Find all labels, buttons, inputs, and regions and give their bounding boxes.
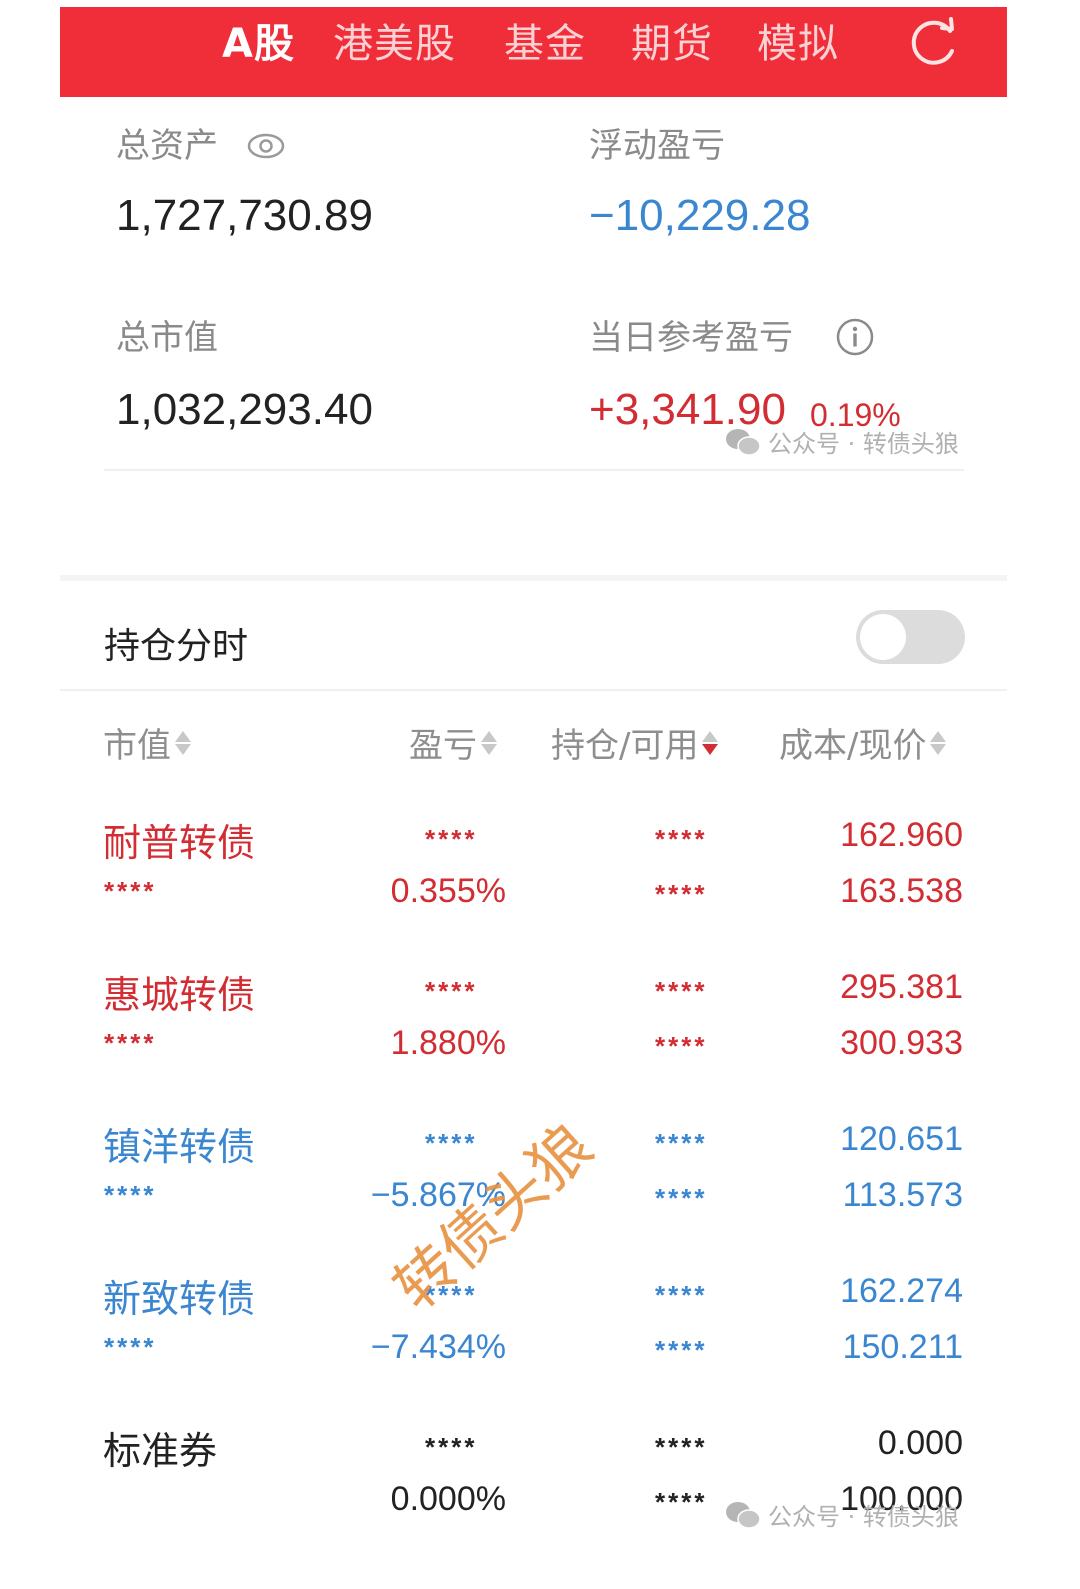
profit-loss-percent: 1.880%	[390, 1024, 506, 1062]
bond-name: 标准券	[103, 1429, 218, 1473]
position-row[interactable]: 标准券 **** 0.000% **** **** 0.000 100.000	[0, 1420, 1080, 1570]
column-label: 市值	[103, 726, 171, 766]
watermark-bottom: 公众号 · 转债头狼	[724, 1497, 959, 1532]
market-tab-bar: A股 港美股 基金 期货 模拟	[60, 7, 1007, 97]
total-assets-label: 总资产	[116, 126, 218, 166]
market-value: ****	[104, 1180, 157, 1210]
position-timeshare-title: 持仓分时	[104, 626, 249, 667]
column-label: 成本/现价	[779, 726, 927, 766]
bond-name: 耐普转债	[103, 821, 256, 865]
holding-quantity: ****	[655, 1432, 708, 1462]
current-price: 113.573	[842, 1176, 963, 1214]
tab-simulation[interactable]: 模拟	[757, 19, 839, 69]
cost-price: 0.000	[877, 1424, 963, 1462]
cost-price: 120.651	[840, 1120, 963, 1158]
bond-name: 惠城转债	[103, 973, 256, 1017]
position-row[interactable]: 耐普转债 **** **** 0.355% **** **** 162.960 163.538	[0, 812, 1080, 962]
position-row[interactable]: 惠城转债 **** **** 1.880% **** **** 295.381 300.933	[0, 964, 1080, 1114]
eye-icon[interactable]	[246, 132, 286, 160]
column-profit-loss[interactable]: 盈亏	[409, 718, 497, 767]
tab-a-shares[interactable]: A股	[222, 19, 295, 69]
toggle-knob	[860, 614, 906, 660]
wechat-icon	[726, 428, 761, 456]
tab-hk-us-stocks[interactable]: 港美股	[333, 19, 456, 69]
column-label: 持仓/可用	[551, 726, 699, 766]
profit-loss: ****	[425, 976, 478, 1006]
holding-quantity: ****	[655, 976, 708, 1006]
available-quantity: ****	[655, 879, 708, 909]
tab-futures[interactable]: 期货	[631, 19, 713, 69]
available-quantity: ****	[655, 1335, 708, 1365]
summary-divider	[104, 469, 964, 471]
position-timeshare-toggle[interactable]	[856, 610, 965, 664]
refresh-icon[interactable]	[906, 15, 962, 71]
header-divider	[60, 689, 1007, 691]
floating-pl-label: 浮动盈亏	[589, 126, 725, 166]
holding-quantity: ****	[655, 1128, 708, 1158]
available-quantity: ****	[655, 1031, 708, 1061]
profit-loss: ****	[425, 1128, 478, 1158]
profit-loss: ****	[425, 1280, 478, 1310]
bond-name: 镇洋转债	[103, 1125, 256, 1169]
holding-quantity: ****	[655, 1280, 708, 1310]
total-assets-value: 1,727,730.89	[116, 191, 373, 240]
column-holding-available[interactable]: 持仓/可用	[551, 718, 719, 767]
column-label: 盈亏	[409, 726, 477, 766]
current-price: 150.211	[842, 1328, 963, 1366]
watermark-text: 公众号 · 转债头狼	[768, 430, 959, 458]
market-value: ****	[104, 1028, 157, 1058]
position-row[interactable]: 新致转债 **** **** −7.434% **** **** 162.274 150.21…	[0, 1268, 1080, 1418]
sort-icon	[175, 730, 191, 755]
cost-price: 295.381	[840, 968, 963, 1006]
market-value-value: 1,032,293.40	[116, 385, 373, 434]
info-icon[interactable]	[835, 317, 875, 357]
column-market-value[interactable]: 市值	[103, 718, 191, 767]
profit-loss-percent: 0.000%	[390, 1480, 506, 1518]
sort-icon	[930, 730, 947, 755]
cost-price: 162.960	[840, 816, 963, 854]
watermark-text: 公众号 · 转债头狼	[768, 1503, 959, 1531]
watermark-top: 公众号 · 转债头狼	[724, 424, 959, 459]
available-quantity: ****	[655, 1183, 708, 1213]
section-divider	[60, 575, 1007, 581]
profit-loss-percent: 0.355%	[390, 872, 506, 910]
floating-pl-value: −10,229.28	[589, 191, 811, 240]
holding-quantity: ****	[655, 824, 708, 854]
profit-loss: ****	[425, 824, 478, 854]
sort-desc-icon	[702, 730, 719, 755]
market-value: ****	[104, 876, 157, 906]
column-cost-price[interactable]: 成本/现价	[779, 718, 947, 767]
tab-funds[interactable]: 基金	[504, 19, 586, 69]
wechat-icon	[726, 1501, 761, 1529]
current-price: 163.538	[840, 872, 963, 910]
bond-name: 新致转债	[103, 1277, 256, 1321]
profit-loss-percent: −5.867%	[370, 1176, 506, 1214]
sort-icon	[481, 730, 497, 755]
market-value: ****	[104, 1332, 157, 1362]
profit-loss: ****	[425, 1432, 478, 1462]
position-row[interactable]: 镇洋转债 **** **** −5.867% **** **** 120.651 113.57…	[0, 1116, 1080, 1266]
current-price: 300.933	[840, 1024, 963, 1062]
daily-pl-label: 当日参考盈亏	[589, 318, 793, 358]
profit-loss-percent: −7.434%	[370, 1328, 506, 1366]
cost-price: 162.274	[840, 1272, 963, 1310]
market-value-label: 总市值	[116, 318, 218, 358]
available-quantity: ****	[655, 1487, 708, 1517]
